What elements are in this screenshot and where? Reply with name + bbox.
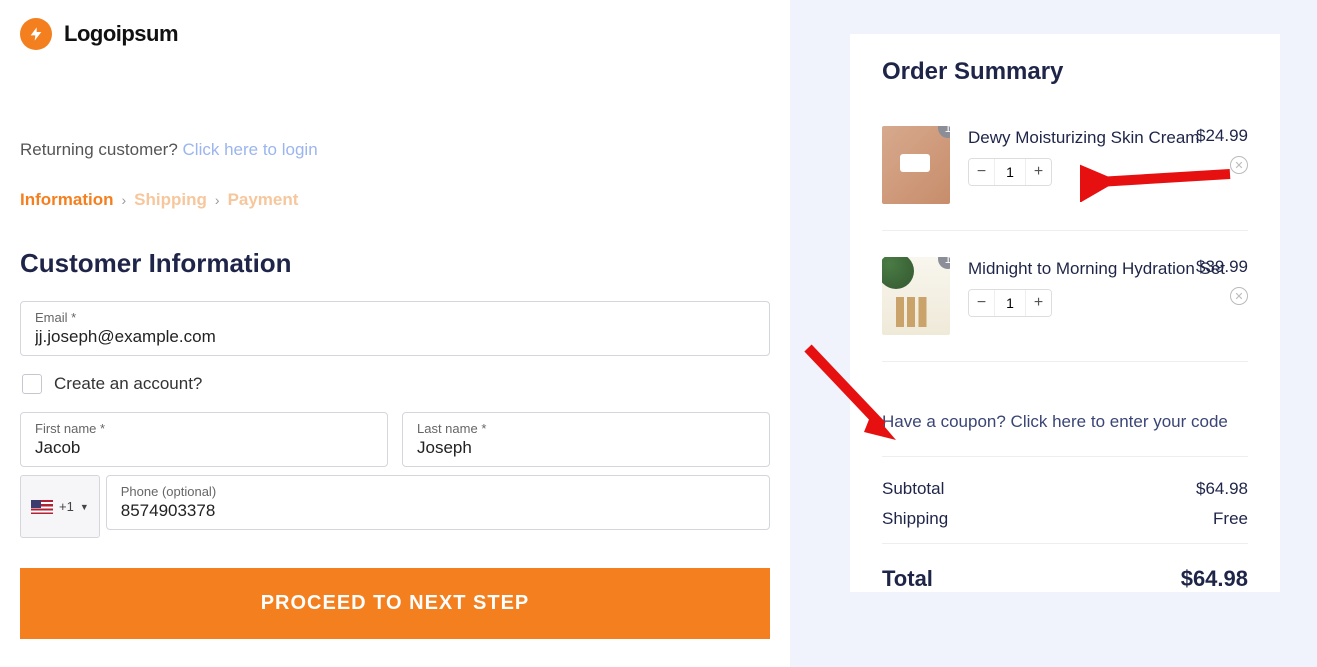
annotation-arrow-coupon [796, 340, 906, 450]
email-input[interactable] [35, 325, 755, 349]
total-value: $64.98 [1181, 566, 1248, 592]
us-flag-icon [31, 500, 53, 514]
chevron-down-icon: ▼ [80, 502, 89, 512]
annotation-arrow-qty [1080, 160, 1240, 202]
logo-icon [20, 18, 52, 50]
cart-item: 1 Midnight to Morning Hydration Set − + … [882, 257, 1248, 362]
breadcrumb-payment[interactable]: Payment [228, 190, 299, 210]
section-title-customer-info: Customer Information [20, 248, 770, 279]
quantity-stepper[interactable]: − + [968, 158, 1052, 186]
create-account-checkbox[interactable] [22, 374, 42, 394]
first-name-field-wrap[interactable]: First name * [20, 412, 388, 467]
returning-customer-notice: Returning customer? Click here to login [20, 140, 770, 160]
phone-input[interactable] [121, 499, 755, 523]
qty-input[interactable] [995, 159, 1025, 185]
login-link[interactable]: Click here to login [183, 140, 318, 159]
item-qty-badge: 1 [938, 257, 950, 269]
chevron-right-icon: › [215, 192, 220, 208]
chevron-right-icon: › [122, 192, 127, 208]
last-name-input[interactable] [417, 436, 755, 460]
phone-field-wrap[interactable]: Phone (optional) [106, 475, 770, 530]
last-name-field-wrap[interactable]: Last name * [402, 412, 770, 467]
dial-code: +1 [59, 499, 74, 514]
first-name-label: First name * [35, 421, 373, 436]
proceed-button[interactable]: PROCEED TO NEXT STEP [20, 568, 770, 639]
total-label: Total [882, 566, 933, 592]
email-field-wrap[interactable]: Email * [20, 301, 770, 356]
coupon-toggle-link[interactable]: Have a coupon? Click here to enter your … [882, 412, 1248, 432]
subtotal-label: Subtotal [882, 479, 944, 499]
item-price: $39.99 [1196, 257, 1248, 277]
qty-increment-button[interactable]: + [1025, 159, 1051, 185]
qty-input[interactable] [995, 290, 1025, 316]
phone-label: Phone (optional) [121, 484, 755, 499]
quantity-stepper[interactable]: − + [968, 289, 1052, 317]
brand-logo: Logoipsum [20, 18, 770, 50]
breadcrumb-information[interactable]: Information [20, 190, 114, 210]
first-name-input[interactable] [35, 436, 373, 460]
subtotal-value: $64.98 [1196, 479, 1248, 499]
brand-name: Logoipsum [64, 21, 178, 47]
order-summary-title: Order Summary [882, 58, 1248, 86]
qty-decrement-button[interactable]: − [969, 290, 995, 316]
shipping-label: Shipping [882, 509, 948, 529]
email-label: Email * [35, 310, 755, 325]
country-code-selector[interactable]: +1 ▼ [20, 475, 100, 538]
breadcrumb-shipping[interactable]: Shipping [134, 190, 207, 210]
item-qty-badge: 1 [938, 126, 950, 138]
remove-item-button[interactable]: ✕ [1230, 287, 1248, 305]
create-account-label: Create an account? [54, 374, 202, 394]
returning-prefix: Returning customer? [20, 140, 183, 159]
breadcrumb: Information › Shipping › Payment [20, 190, 770, 210]
item-image: 1 [882, 257, 950, 335]
item-price: $24.99 [1196, 126, 1248, 146]
last-name-label: Last name * [417, 421, 755, 436]
item-image: 1 [882, 126, 950, 204]
qty-increment-button[interactable]: + [1025, 290, 1051, 316]
shipping-value: Free [1213, 509, 1248, 529]
qty-decrement-button[interactable]: − [969, 159, 995, 185]
